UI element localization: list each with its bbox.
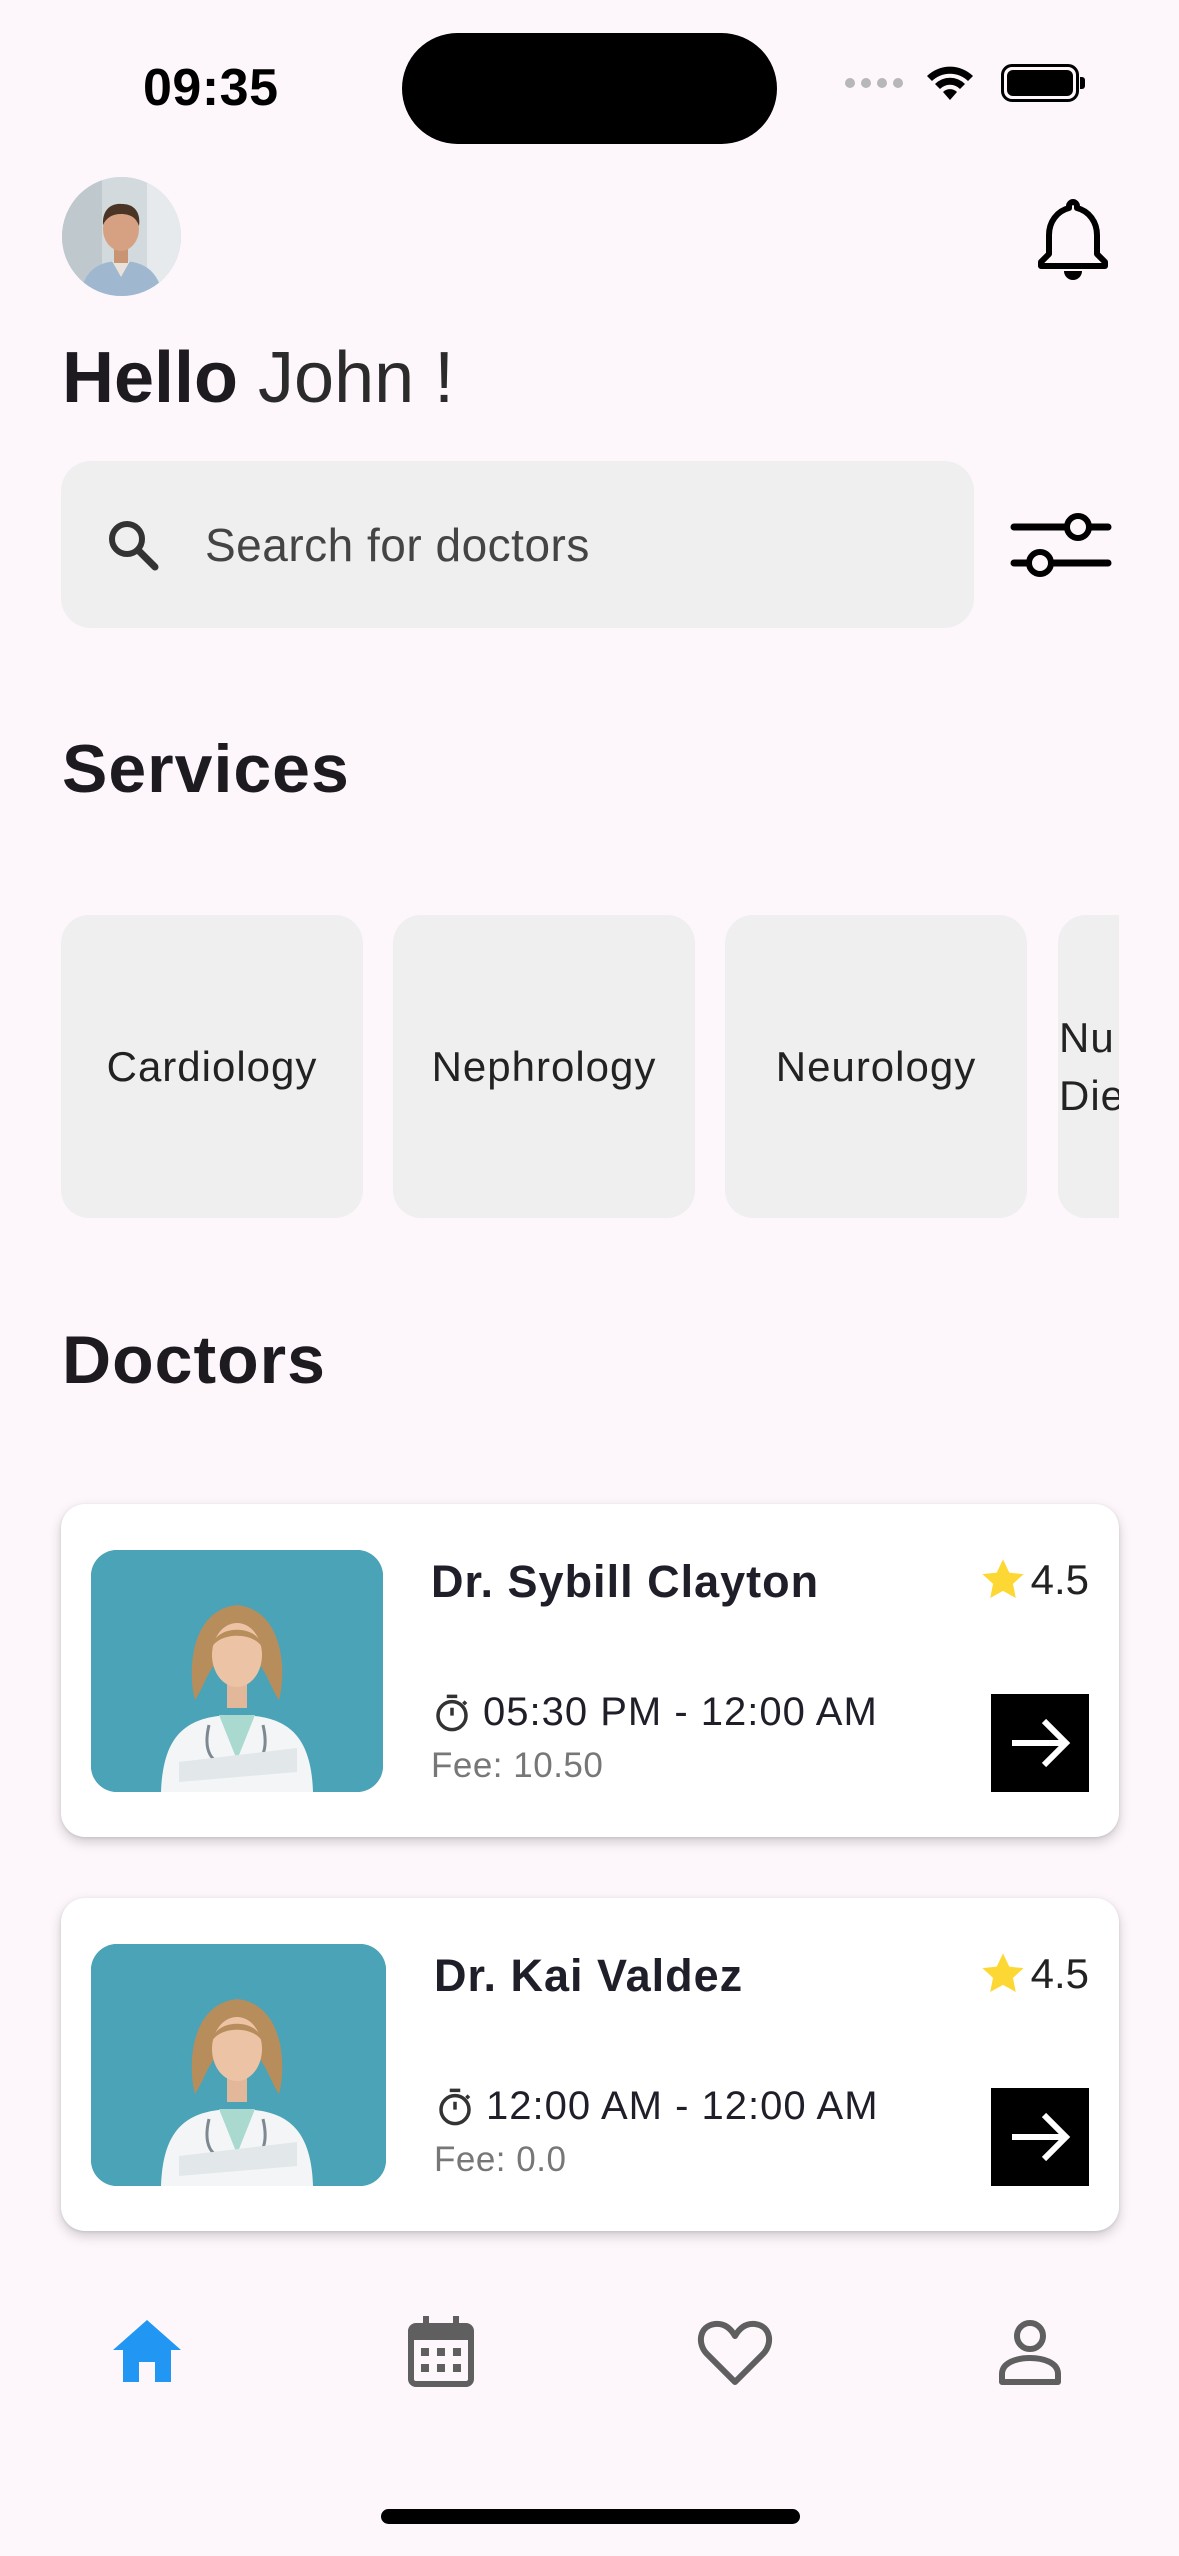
service-card-nephrology[interactable]: Nephrology — [393, 915, 695, 1218]
cellular-signal-icon — [845, 78, 903, 88]
doctor-card[interactable]: Dr. Kai Valdez 4.5 12:00 AM - 12:00 AM F… — [61, 1898, 1119, 2231]
home-indicator[interactable] — [381, 2509, 800, 2524]
search-input[interactable]: Search for doctors — [205, 518, 590, 572]
doctor-rating: 4.5 — [977, 1948, 1089, 2000]
doctor-hours: 12:00 AM - 12:00 AM — [434, 2084, 879, 2129]
doctors-title: Doctors — [62, 1322, 326, 1398]
doctor-name: Dr. Sybill Clayton — [431, 1556, 820, 1607]
star-icon — [982, 1953, 1024, 1992]
star-icon — [982, 1559, 1024, 1598]
hours-text: 12:00 AM - 12:00 AM — [486, 2084, 879, 2128]
rating-value: 4.5 — [1030, 1556, 1089, 1603]
arrow-right-icon — [1012, 1718, 1071, 1768]
timer-icon — [439, 2088, 471, 2125]
greeting-hello: Hello — [62, 338, 239, 418]
doctor-card[interactable]: Dr. Sybill Clayton 4.5 05:30 PM - 12:00 … — [61, 1504, 1119, 1837]
calendar-icon[interactable] — [401, 2312, 481, 2392]
heart-icon[interactable] — [695, 2312, 775, 2392]
filter-icon[interactable] — [1010, 507, 1112, 583]
status-icons — [845, 64, 1085, 102]
service-label: Nephrology — [431, 1042, 657, 1090]
dynamic-island — [402, 33, 777, 144]
doctor-fee: Fee: 0.0 — [434, 2140, 567, 2179]
service-card-neurology[interactable]: Neurology — [725, 915, 1027, 1218]
service-label: Cardiology — [106, 1042, 318, 1090]
services-carousel[interactable]: Cardiology Nephrology Neurology Nu Die — [61, 915, 1119, 1218]
doctor-photo — [91, 1944, 386, 2186]
greeting-user-name: John ! — [258, 338, 455, 418]
greeting: Hello John ! — [62, 335, 454, 421]
wifi-icon — [927, 66, 973, 100]
rating-value: 4.5 — [1030, 1950, 1089, 1997]
bottom-navigation — [0, 2262, 1179, 2442]
arrow-right-icon — [1012, 2112, 1071, 2162]
service-label-line1: Nu — [1059, 1013, 1115, 1061]
open-doctor-button[interactable] — [991, 1694, 1089, 1792]
service-card-partial[interactable]: Nu Die — [1058, 915, 1119, 1218]
doctor-rating: 4.5 — [977, 1554, 1089, 1606]
service-label-line2: Die — [1059, 1071, 1119, 1119]
open-doctor-button[interactable] — [991, 2088, 1089, 2186]
doctor-photo — [91, 1550, 383, 1792]
hours-text: 05:30 PM - 12:00 AM — [483, 1690, 878, 1734]
service-label: Neurology — [775, 1042, 977, 1090]
person-icon[interactable] — [990, 2312, 1070, 2392]
services-title: Services — [62, 731, 350, 807]
battery-icon — [1001, 64, 1085, 102]
doctor-name: Dr. Kai Valdez — [434, 1950, 744, 2001]
notification-bell-icon[interactable] — [1034, 196, 1112, 282]
service-card-cardiology[interactable]: Cardiology — [61, 915, 363, 1218]
status-time: 09:35 — [143, 59, 279, 117]
timer-icon — [436, 1694, 468, 1731]
avatar[interactable] — [62, 177, 181, 296]
search-bar[interactable]: Search for doctors — [61, 461, 974, 628]
search-icon — [109, 520, 159, 570]
doctor-fee: Fee: 10.50 — [431, 1746, 604, 1785]
home-icon[interactable] — [107, 2312, 187, 2392]
home-screen: 09:35 Hello John ! Search for doctors Se… — [0, 0, 1179, 2556]
doctor-hours: 05:30 PM - 12:00 AM — [431, 1690, 878, 1735]
